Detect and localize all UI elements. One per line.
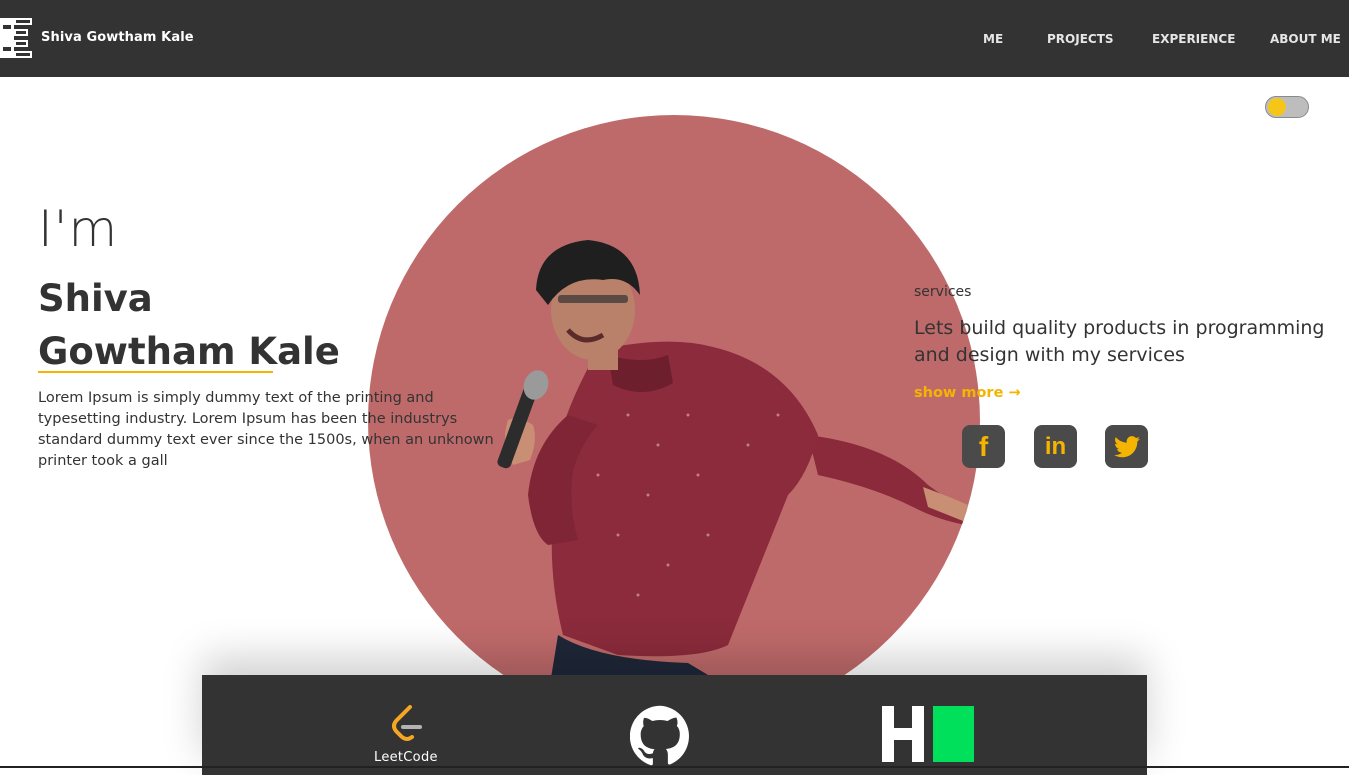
theme-toggle[interactable] xyxy=(1265,96,1309,118)
nav-link-experience[interactable]: EXPERIENCE xyxy=(1152,32,1235,46)
services-label: services xyxy=(914,284,972,300)
name-underline xyxy=(38,371,273,373)
services-text: Lets build quality products in programmi… xyxy=(914,317,1325,366)
linkedin-icon: in xyxy=(1044,432,1067,460)
nav-link-me[interactable]: ME xyxy=(983,32,1003,46)
nav-link-projects[interactable]: PROJECTS xyxy=(1047,32,1114,46)
leetcode-icon[interactable] xyxy=(388,705,424,745)
hero-name: Shiva Gowtham Kale xyxy=(38,277,340,373)
hackerrank-icon[interactable] xyxy=(882,706,974,762)
hero-intro: I'm xyxy=(38,200,119,258)
nav-link-about-me[interactable]: ABOUT ME xyxy=(1270,32,1341,46)
facebook-icon: f xyxy=(978,430,989,462)
show-more-link[interactable]: show more → xyxy=(914,385,1021,401)
leetcode-label: LeetCode xyxy=(374,750,438,765)
navbar: Shiva Gowtham Kale ME PROJECTS EXPERIENC… xyxy=(0,0,1349,77)
linkedin-button[interactable]: in xyxy=(1034,425,1077,468)
brand-logo-icon[interactable] xyxy=(0,16,34,60)
hero-description: Lorem Ipsum is simply dummy text of the … xyxy=(38,390,494,469)
facebook-button[interactable]: f xyxy=(962,425,1005,468)
brand-name[interactable]: Shiva Gowtham Kale xyxy=(41,30,194,45)
toggle-knob xyxy=(1268,98,1286,116)
twitter-icon xyxy=(1113,435,1140,457)
github-icon[interactable] xyxy=(630,705,691,766)
twitter-button[interactable] xyxy=(1105,425,1148,468)
